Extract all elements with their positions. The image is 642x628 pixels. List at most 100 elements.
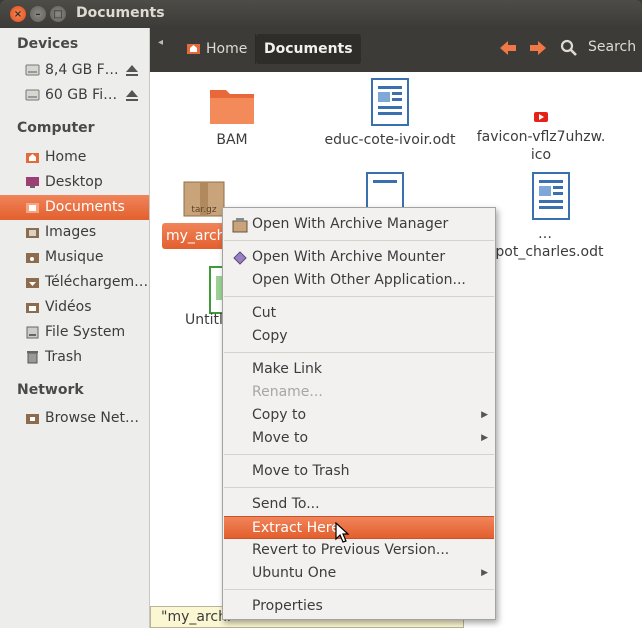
folder-icon [210, 90, 254, 124]
images-folder-icon [26, 228, 39, 238]
sidebar-heading-computer: Computer [17, 120, 95, 136]
menu-item-label: Revert to Previous Version... [252, 542, 450, 558]
submenu-arrow-icon: ▶ [481, 410, 488, 420]
sidebar-item-device-1[interactable]: 8,4 GB F… [0, 58, 149, 83]
sidebar-item-trash[interactable]: Trash [0, 345, 149, 370]
menu-separator [224, 352, 494, 353]
window-title: Documents [76, 5, 165, 21]
sidebar-item-label: Musique [45, 249, 104, 265]
menu-item-label: Properties [252, 598, 323, 614]
file-item[interactable]: favicon-vflz7uhzw. ico [476, 110, 606, 164]
sidebar-item-filesystem[interactable]: File System [0, 320, 149, 345]
menu-separator [224, 240, 494, 241]
menu-item-label: Move to Trash [252, 463, 350, 479]
menu-item-move-to-trash[interactable]: Move to Trash [224, 460, 494, 483]
breadcrumb-documents[interactable]: Documents [256, 34, 361, 64]
sidebar-item-downloads[interactable]: Téléchargem… [0, 270, 149, 295]
sidebar-item-label: 60 GB Fi… [45, 87, 118, 103]
menu-item-open-archive-mounter[interactable]: Open With Archive Mounter [224, 246, 494, 269]
sidebar: Devices 8,4 GB F… 60 GB Fi… Computer Hom… [0, 28, 150, 628]
file-name-line2: ico [530, 147, 552, 163]
youtube-icon [534, 112, 548, 122]
archive-icon-label: tar.gz [191, 205, 216, 215]
menu-item-cut[interactable]: Cut [224, 302, 494, 325]
sidebar-heading-devices: Devices [17, 36, 79, 52]
sidebar-item-documents[interactable]: Documents [0, 195, 149, 220]
sidebar-item-label: Browse Net… [45, 410, 140, 426]
menu-item-label: Send To... [252, 496, 320, 512]
mouse-cursor-icon [335, 522, 350, 543]
menu-item-make-link[interactable]: Make Link [224, 358, 494, 381]
sidebar-item-label: Documents [45, 199, 125, 215]
menu-item-open-other-app[interactable]: Open With Other Application... [224, 269, 494, 292]
back-arrow-icon[interactable] [498, 38, 518, 58]
home-folder-icon [26, 153, 39, 163]
menu-item-ubuntu-one[interactable]: Ubuntu One ▶ [224, 562, 494, 585]
file-name: …ppot_charles.odt [486, 226, 604, 260]
drive-icon [25, 89, 40, 101]
menu-item-open-archive-manager[interactable]: Open With Archive Manager [224, 213, 494, 236]
videos-folder-icon [26, 303, 39, 313]
sidebar-item-label: Téléchargem… [45, 274, 149, 290]
sidebar-item-home[interactable]: Home [0, 145, 149, 170]
window-titlebar: × – □ Documents [0, 0, 642, 28]
menu-item-rename: Rename... [224, 381, 494, 404]
archive-manager-icon [232, 218, 248, 233]
context-menu: Open With Archive Manager Open With Arch… [222, 207, 496, 620]
sidebar-item-label: File System [45, 324, 126, 340]
file-item[interactable]: …ppot_charles.odt [486, 172, 616, 261]
archive-mounter-icon [233, 251, 247, 265]
file-item[interactable]: educ-cote-ivoir.odt [320, 78, 460, 149]
file-name: educ-cote-ivoir.odt [324, 132, 456, 148]
eject-icon[interactable] [125, 88, 139, 102]
sidebar-item-music[interactable]: Musique [0, 245, 149, 270]
network-icon [26, 414, 39, 424]
sidebar-item-browse-network[interactable]: Browse Net… [0, 406, 149, 431]
menu-item-extract-here[interactable]: Extract Here [224, 516, 494, 539]
sidebar-item-device-2[interactable]: 60 GB Fi… [0, 83, 149, 108]
sidebar-item-label: Vidéos [45, 299, 92, 315]
menu-separator [224, 454, 494, 455]
music-folder-icon [26, 253, 39, 263]
breadcrumb-home[interactable]: Home [178, 34, 257, 64]
minimize-window-button[interactable]: – [30, 6, 46, 22]
document-icon [371, 78, 409, 126]
search-button-label[interactable]: Search [588, 39, 636, 55]
sidebar-item-videos[interactable]: Vidéos [0, 295, 149, 320]
home-folder-icon [187, 44, 200, 54]
menu-item-revert-version[interactable]: Revert to Previous Version... [224, 539, 494, 562]
close-window-button[interactable]: × [10, 6, 26, 22]
sidebar-item-images[interactable]: Images [0, 220, 149, 245]
document-icon [532, 172, 570, 220]
search-icon[interactable] [560, 39, 578, 57]
documents-folder-icon [26, 203, 39, 213]
menu-item-copy-to[interactable]: Copy to ▶ [224, 404, 494, 427]
sidebar-heading-network: Network [17, 382, 84, 398]
desktop-icon [26, 177, 39, 188]
sidebar-item-label: 8,4 GB F… [45, 62, 119, 78]
menu-item-move-to[interactable]: Move to ▶ [224, 427, 494, 450]
menu-separator [224, 487, 494, 488]
forward-arrow-icon[interactable] [528, 38, 548, 58]
sidebar-item-label: Images [45, 224, 97, 240]
sidebar-item-desktop[interactable]: Desktop [0, 170, 149, 195]
archive-icon: tar.gz [183, 181, 225, 217]
downloads-folder-icon [26, 278, 39, 288]
menu-item-label: Ubuntu One [252, 565, 337, 581]
menu-item-send-to[interactable]: Send To... [224, 493, 494, 516]
menu-item-label: Copy [252, 328, 288, 344]
file-item[interactable]: BAM [190, 82, 274, 149]
menu-item-properties[interactable]: Properties [224, 595, 494, 618]
file-name: favicon-vflz7uhzw. [476, 129, 606, 145]
sidebar-item-label: Home [45, 149, 87, 165]
menu-item-label: Open With Archive Manager [252, 216, 449, 232]
eject-icon[interactable] [125, 63, 139, 77]
menu-item-copy[interactable]: Copy [224, 325, 494, 348]
menu-item-label: Cut [252, 305, 277, 321]
menu-item-label: Copy to [252, 407, 307, 423]
trash-icon [27, 351, 38, 364]
menu-item-label: Rename... [252, 384, 323, 400]
breadcrumb-home-label: Home [206, 41, 248, 57]
breadcrumb-scroll-left-button[interactable]: ◂ [158, 37, 178, 63]
maximize-window-button[interactable]: □ [50, 6, 66, 22]
